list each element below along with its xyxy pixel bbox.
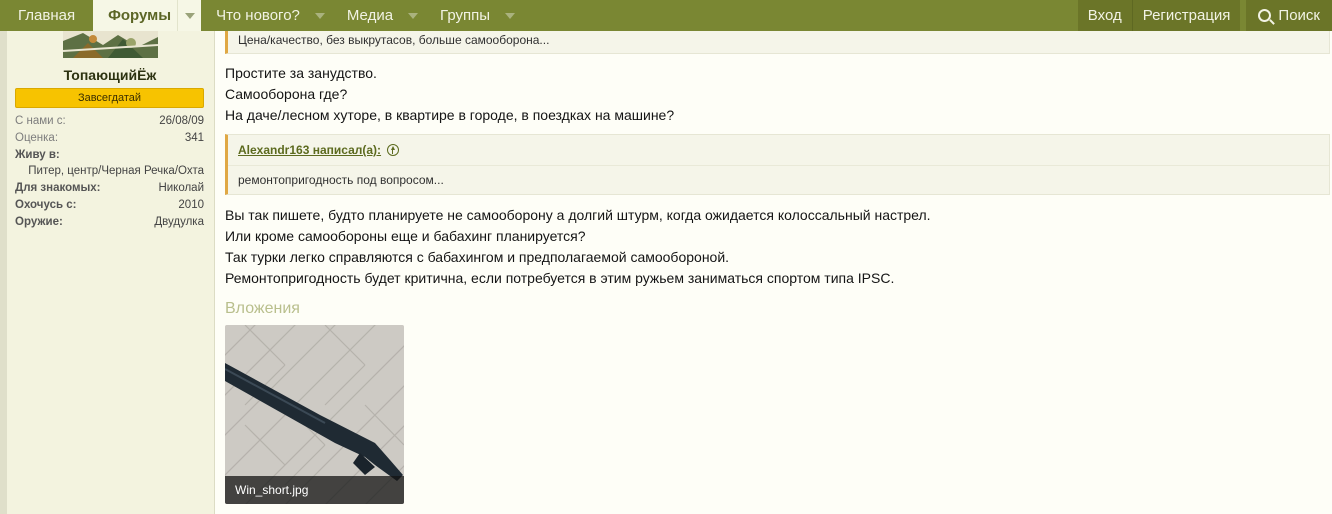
quote-author-link[interactable]: Alexandr163 написал(а): [238,143,381,157]
sidebar-strip [0,31,7,514]
rating-label: Оценка: [15,132,59,144]
post-line: На даче/лесном хуторе, в квартире в горо… [225,107,675,123]
nav-groups-label: Группы [440,7,491,24]
post-paragraph-1: Простите за занудство. Самооборона где? … [225,63,674,126]
chevron-down-icon [314,12,325,19]
info-lives: Живу в: [15,147,204,163]
weapon-value: Двудулка [154,216,204,228]
nav-home-label: Главная [18,7,76,24]
register-button[interactable]: Регистрация [1131,0,1241,31]
register-label: Регистрация [1142,7,1231,24]
avatar[interactable] [63,31,158,58]
quote-text: Цена/качество, без выкрутасов, больше са… [238,33,550,47]
avatar-image [63,31,158,58]
chevron-down-icon [505,12,516,19]
user-title-badge: Завсегдатай [15,88,204,108]
lives-label: Живу в: [15,149,60,161]
rating-value: 341 [184,132,204,144]
nav-whats-new-label: Что нового? [216,7,300,24]
post-line: Или кроме самообороны еще и бабахинг пла… [225,228,586,244]
nav-media-label: Медиа [346,7,394,24]
attachment-filename: Win_short.jpg [225,476,404,504]
arrow-up-circle-icon[interactable] [387,144,400,156]
quote-header: Alexandr163 написал(а): [228,135,1329,166]
info-rating: Оценка: 341 [15,130,204,147]
whats-new-dropdown-toggle[interactable] [308,0,332,31]
nav-account-area: Вход Регистрация Поиск [1077,0,1332,31]
hunter-label: Охочусь с: [15,199,77,211]
info-dating: Для знакомых: Николай [15,180,204,197]
weapon-label: Оружие: [15,216,63,228]
search-button[interactable]: Поиск [1246,0,1332,31]
quote-block-previous: Цена/качество, без выкрутасов, больше са… [225,31,1330,54]
attachment-thumbnail[interactable]: Win_short.jpg [225,325,404,504]
user-info: С нами с: 26/08/09 Оценка: 341 Живу в: Пит… [15,113,204,231]
login-label: Вход [1087,7,1122,24]
top-navigation: Главная Форумы Что нового? Медиа Группы … [0,0,1332,31]
quote-text: ремонтопригодность под вопросом... [238,173,444,187]
hunter-value: 2010 [178,199,204,211]
nav-media[interactable]: Медиа [332,0,425,31]
post-line: Так турки легко справляются с бабахингом… [225,249,730,265]
info-hunter: Охочусь с: 2010 [15,197,204,214]
dating-value: Николай [158,182,204,194]
post-line: Самооборона где? [225,86,348,102]
chevron-down-icon [408,12,419,19]
search-label: Поиск [1278,7,1320,24]
joined-label: С нами с: [15,115,66,127]
quote-block: Alexandr163 написал(а): ремонтопригоднос… [225,134,1330,195]
groups-dropdown-toggle[interactable] [498,0,522,31]
nav-home[interactable]: Главная [0,0,93,31]
nav-whats-new[interactable]: Что нового? [201,0,332,31]
post-paragraph-2: Вы так пишете, будто планируете не самоо… [225,205,931,289]
post-line: Ремонтопригодность будет критична, если … [225,270,895,286]
forums-dropdown-toggle[interactable] [177,0,201,31]
attachments-title: Вложения [225,300,300,317]
media-dropdown-toggle[interactable] [401,0,425,31]
nav-groups[interactable]: Группы [425,0,522,31]
post-line: Простите за занудство. [225,65,377,81]
info-joined: С нами с: 26/08/09 [15,113,204,130]
post-line: Вы так пишете, будто планируете не самоо… [225,207,931,223]
info-weapon: Оружие: Двудулка [15,214,204,231]
login-button[interactable]: Вход [1077,0,1132,31]
nav-forums-label: Форумы [108,7,172,24]
nav-forums[interactable]: Форумы [93,0,202,31]
joined-value: 26/08/09 [159,115,204,127]
username[interactable]: ТопающийЁж [7,67,213,83]
dating-label: Для знакомых: [15,182,101,194]
lives-value: Питер, центр/Черная Речка/Охта [28,165,204,177]
chevron-down-icon [184,12,195,19]
search-icon [1258,9,1272,22]
